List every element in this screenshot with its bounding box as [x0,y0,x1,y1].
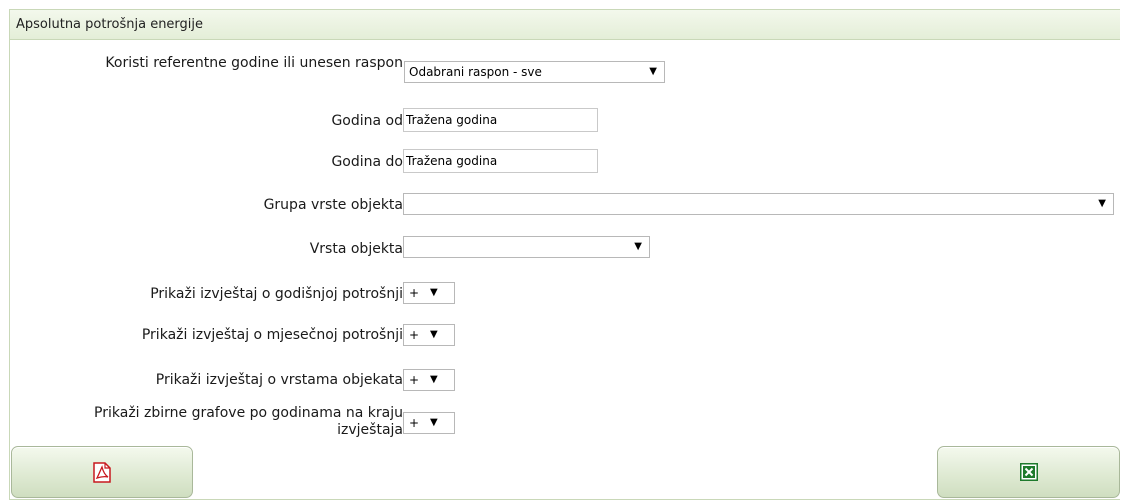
monthly-report-value: + [409,328,420,342]
chevron-down-icon: ▼ [430,374,438,385]
yearly-report-label: Prikaži izvještaj o godišnjoj potrošnji [150,286,403,302]
chevron-down-icon: ▼ [430,287,438,298]
summary-charts-label: Prikaži zbirne grafove po godinama na kr… [94,405,403,438]
object-group-select[interactable]: ▼ [403,193,1114,215]
types-report-value: + [409,373,420,387]
yearly-report-value: + [409,286,420,300]
export-excel-button[interactable] [937,446,1120,498]
year-to-label: Godina do [331,154,403,170]
types-report-select[interactable]: + ▼ [403,369,455,391]
object-type-label: Vrsta objekta [309,241,403,257]
object-type-select[interactable]: ▼ [403,236,650,258]
monthly-report-select[interactable]: + ▼ [403,324,455,346]
year-from-label: Godina od [331,113,403,129]
types-report-label: Prikaži izvještaj o vrstama objekata [155,372,403,388]
export-pdf-button[interactable] [11,446,193,498]
chevron-down-icon: ▼ [1098,198,1106,209]
pdf-icon [93,461,111,483]
range-mode-value: Odabrani raspon - sve [409,65,542,79]
object-group-label: Grupa vrste objekta [263,197,403,213]
chevron-down-icon: ▼ [634,241,642,252]
chevron-down-icon: ▼ [649,66,657,77]
yearly-report-select[interactable]: + ▼ [403,282,455,304]
summary-charts-select[interactable]: + ▼ [403,412,455,434]
monthly-report-label: Prikaži izvještaj o mjesečnoj potrošnji [141,327,403,343]
chevron-down-icon: ▼ [430,417,438,428]
panel-title: Apsolutna potrošnja energije [10,10,1120,40]
chevron-down-icon: ▼ [430,329,438,340]
range-mode-select[interactable]: Odabrani raspon - sve ▼ [404,61,665,83]
year-to-input[interactable]: Tražena godina [403,149,598,173]
year-from-input[interactable]: Tražena godina [403,108,598,132]
range-mode-label: Koristi referentne godine ili unesen ras… [105,55,403,71]
excel-icon [1019,463,1038,481]
summary-charts-value: + [409,416,420,430]
